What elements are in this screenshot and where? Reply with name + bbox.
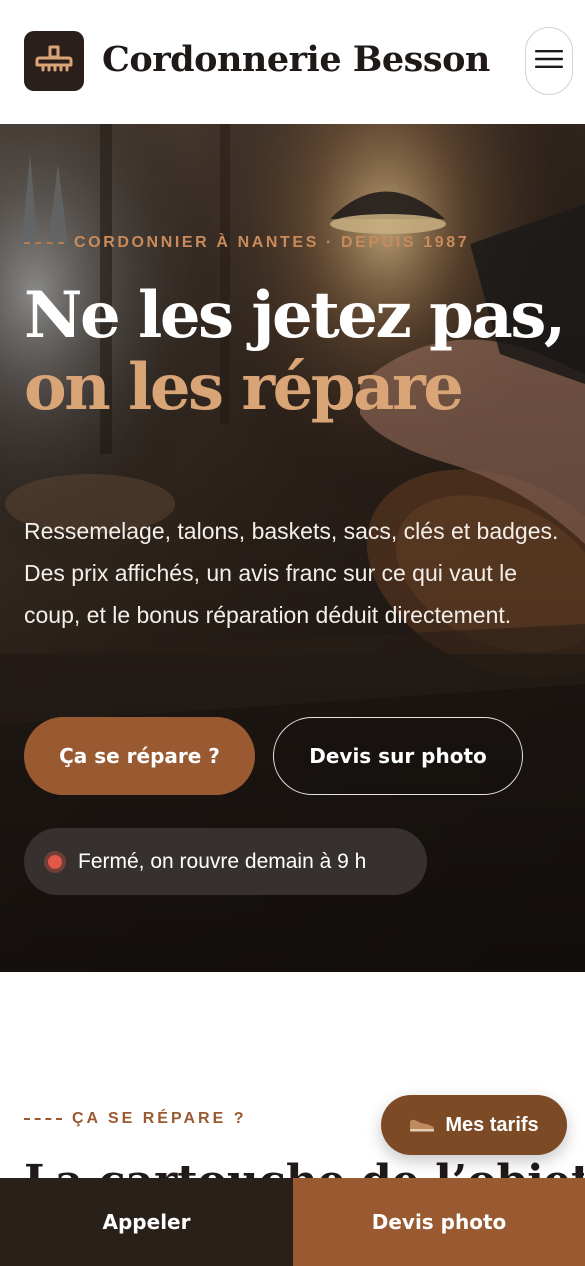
pricing-fab-label: Mes tarifs <box>445 1113 539 1136</box>
hero-title-main: Ne les jetez pas, <box>24 278 566 353</box>
eyebrow-dash <box>24 1118 62 1120</box>
logo[interactable] <box>24 31 84 91</box>
section-title: La cartouche de l’objet <box>24 1156 584 1180</box>
photo-quote-button[interactable]: Devis sur photo <box>273 717 523 795</box>
call-button[interactable]: Appeler <box>0 1178 293 1266</box>
hero-title: Ne les jetez pas, on les répare <box>24 278 566 425</box>
section-eyebrow: ÇA SE RÉPARE ? <box>24 1107 246 1131</box>
shoe-icon <box>409 1118 435 1132</box>
hero-eyebrow-text: CORDONNIER À NANTES · DEPUIS 1987 <box>74 234 470 251</box>
status-dot-icon <box>44 850 66 873</box>
shoe-brush-icon <box>35 44 73 78</box>
section-eyebrow-text: ÇA SE RÉPARE ? <box>72 1110 247 1127</box>
bottom-action-bar: Appeler Devis photo <box>0 1178 585 1266</box>
repair-check-button[interactable]: Ça se répare ? <box>24 717 255 795</box>
hero-description: Ressemelage, talons, baskets, sacs, clés… <box>24 518 559 628</box>
hamburger-icon <box>535 49 563 73</box>
brand-name[interactable]: Cordonnerie Besson <box>102 36 490 84</box>
pricing-fab-button[interactable]: Mes tarifs <box>381 1095 567 1155</box>
eyebrow-dash <box>24 242 64 244</box>
hero-section: CORDONNIER À NANTES · DEPUIS 1987 Ne les… <box>0 124 585 972</box>
status-text: Fermé, on rouvre demain à 9 h <box>78 849 367 873</box>
hero-eyebrow: CORDONNIER À NANTES · DEPUIS 1987 <box>24 231 469 255</box>
menu-button[interactable] <box>525 27 573 95</box>
opening-status-badge: Fermé, on rouvre demain à 9 h <box>24 828 427 895</box>
hero-content: CORDONNIER À NANTES · DEPUIS 1987 Ne les… <box>0 124 585 972</box>
hero-title-accent: on les répare <box>24 350 464 425</box>
site-header: Cordonnerie Besson <box>0 0 585 124</box>
photo-quote-bottom-button[interactable]: Devis photo <box>293 1178 585 1266</box>
